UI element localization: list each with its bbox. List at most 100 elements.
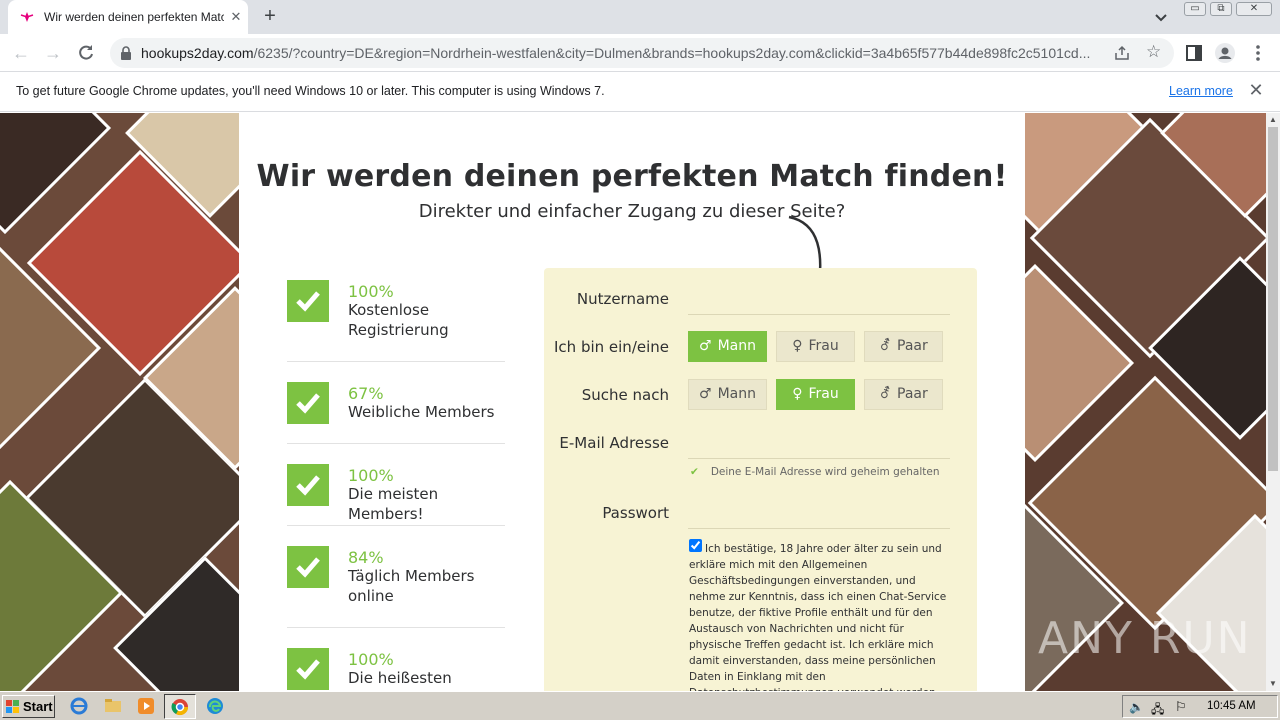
tab-search-icon[interactable] (1152, 8, 1170, 26)
feature-item: 100% Kostenlose Registrierung (287, 280, 505, 362)
consent-text: Ich bestätige, 18 Jahre oder älter zu se… (689, 543, 947, 691)
male-symbol-icon: ♂ (699, 338, 712, 354)
check-icon: ✔ (690, 466, 699, 478)
back-arrow-icon[interactable]: ← (10, 42, 32, 64)
browser-tab[interactable]: Wir werden deinen perfekten Match ✕ (8, 0, 248, 34)
learn-more-link[interactable]: Learn more (1169, 84, 1233, 98)
option-label: Mann (717, 386, 756, 402)
consent-checkbox[interactable] (689, 539, 702, 552)
email-privacy-text: Deine E-Mail Adresse wird geheim gehalte… (710, 466, 940, 478)
seek-option-frau[interactable]: ♀ Frau (776, 379, 855, 410)
option-label: Frau (808, 386, 839, 402)
option-label: Paar (897, 338, 928, 354)
restore-button[interactable]: ⧉ (1210, 2, 1232, 16)
option-label: Frau (808, 338, 839, 354)
feature-label: Die meisten Members! (348, 485, 439, 523)
couple-symbol-icon: ⚦ (879, 386, 891, 402)
feature-label: Die heißesten Mädels (348, 669, 452, 691)
main-content: Wir werden deinen perfekten Match finden… (239, 113, 1025, 691)
system-tray: 🔈 🖧 ⚐ 10:45 AM (1122, 695, 1278, 718)
seek-option-mann[interactable]: ♂ Mann (688, 379, 767, 410)
email-input[interactable] (688, 428, 950, 454)
start-button[interactable]: Start (2, 695, 55, 718)
feature-item: 67% Weibliche Members (287, 382, 505, 444)
checkmark-icon (287, 382, 329, 424)
seek-option-paar[interactable]: ⚦ Paar (864, 379, 943, 410)
feature-percent: 100% (348, 466, 394, 485)
feature-percent: 67% (348, 384, 384, 403)
minimize-button[interactable]: ▭ (1184, 2, 1206, 16)
start-label: Start (23, 699, 53, 714)
username-underline (688, 314, 950, 315)
scroll-down-icon[interactable]: ▼ (1268, 679, 1278, 689)
scroll-up-icon[interactable]: ▲ (1268, 115, 1278, 125)
username-input[interactable] (688, 284, 950, 310)
url-host: hookups2day.com (141, 45, 254, 61)
gender-option-paar[interactable]: ⚦ Paar (864, 331, 943, 362)
reload-icon[interactable] (76, 43, 96, 63)
password-input[interactable] (688, 498, 950, 524)
female-symbol-icon: ♀ (792, 386, 803, 402)
password-underline (688, 528, 950, 529)
clock[interactable]: 10:45 AM (1207, 700, 1256, 712)
bookmark-star-icon[interactable]: ☆ (1146, 43, 1164, 61)
male-symbol-icon: ♂ (699, 386, 712, 402)
page-subtitle: Direkter und einfacher Zugang zu dieser … (418, 201, 846, 222)
new-tab-button[interactable]: + (260, 6, 280, 26)
close-window-button[interactable]: ✕ (1236, 2, 1272, 16)
lock-icon[interactable] (120, 46, 132, 60)
gender-option-mann[interactable]: ♂ Mann (688, 331, 767, 362)
share-icon[interactable] (1114, 45, 1130, 61)
network-icon[interactable]: 🖧 (1151, 700, 1164, 721)
tab-close-icon[interactable]: ✕ (228, 9, 244, 25)
address-bar[interactable]: hookups2day.com/6235/?country=DE&region=… (110, 38, 1174, 68)
tab-strip: Wir werden deinen perfekten Match ✕ + ▭ … (0, 0, 1280, 34)
email-underline (688, 458, 950, 459)
feature-item: 100% Die heißesten Mädels (287, 648, 505, 691)
gender-option-frau[interactable]: ♀ Frau (776, 331, 855, 362)
update-infobar: To get future Google Chrome updates, you… (0, 72, 1280, 112)
page-viewport: Wir werden deinen perfekten Match finden… (0, 113, 1266, 691)
action-center-flag-icon[interactable]: ⚐ (1175, 699, 1187, 715)
feature-percent: 84% (348, 548, 384, 567)
feature-item: 100% Die meisten Members! (287, 464, 505, 526)
menu-kebab-icon[interactable] (1248, 43, 1268, 63)
page-scrollbar[interactable]: ▲ ▼ (1266, 113, 1280, 691)
file-explorer-icon[interactable] (104, 697, 122, 715)
feature-item: 84% Täglich Members online (287, 546, 505, 628)
side-panel-icon[interactable] (1184, 43, 1204, 63)
registration-form: Nutzername Ich bin ein/eine ♂ Mann ♀ Frau … (544, 268, 977, 691)
option-label: Paar (897, 386, 928, 402)
password-label: Passwort (602, 504, 669, 522)
site-favicon-icon (20, 12, 34, 22)
edge-icon[interactable] (206, 697, 224, 715)
page-title: Wir werden deinen perfekten Match finden… (256, 159, 1008, 194)
female-symbol-icon: ♀ (792, 338, 803, 354)
url-text[interactable]: hookups2day.com/6235/?country=DE&region=… (141, 45, 1111, 61)
feature-percent: 100% (348, 282, 394, 301)
anyrun-watermark: ANY RUN (1038, 613, 1252, 664)
media-player-icon[interactable] (137, 697, 155, 715)
volume-icon[interactable]: 🔈 (1129, 700, 1144, 714)
email-label: E-Mail Adresse (559, 434, 669, 452)
feature-percent: 100% (348, 650, 394, 669)
internet-explorer-icon[interactable] (70, 697, 88, 715)
tab-title: Wir werden deinen perfekten Match (44, 10, 224, 24)
photo-collage-left (0, 113, 239, 691)
gender-label: Ich bin ein/eine (554, 338, 669, 356)
checkmark-icon (287, 464, 329, 506)
feature-label: Täglich Members online (348, 567, 475, 605)
feature-label: Kostenlose Registrierung (348, 301, 449, 339)
scrollbar-thumb[interactable] (1268, 127, 1278, 471)
forward-arrow-icon[interactable]: → (42, 42, 64, 64)
infobar-close-icon[interactable]: ✕ (1247, 81, 1265, 99)
profile-avatar-icon[interactable] (1215, 43, 1235, 63)
browser-toolbar: ← → hookups2day.com/6235/?country=DE&reg… (0, 34, 1280, 72)
feature-label: Weibliche Members (348, 403, 495, 421)
chrome-taskbar-button[interactable] (164, 694, 196, 719)
checkmark-icon (287, 280, 329, 322)
checkmark-icon (287, 546, 329, 588)
infobar-message: To get future Google Chrome updates, you… (16, 84, 605, 98)
email-privacy-note: ✔ Deine E-Mail Adresse wird geheim gehalt… (690, 466, 940, 478)
checkmark-icon (287, 648, 329, 690)
